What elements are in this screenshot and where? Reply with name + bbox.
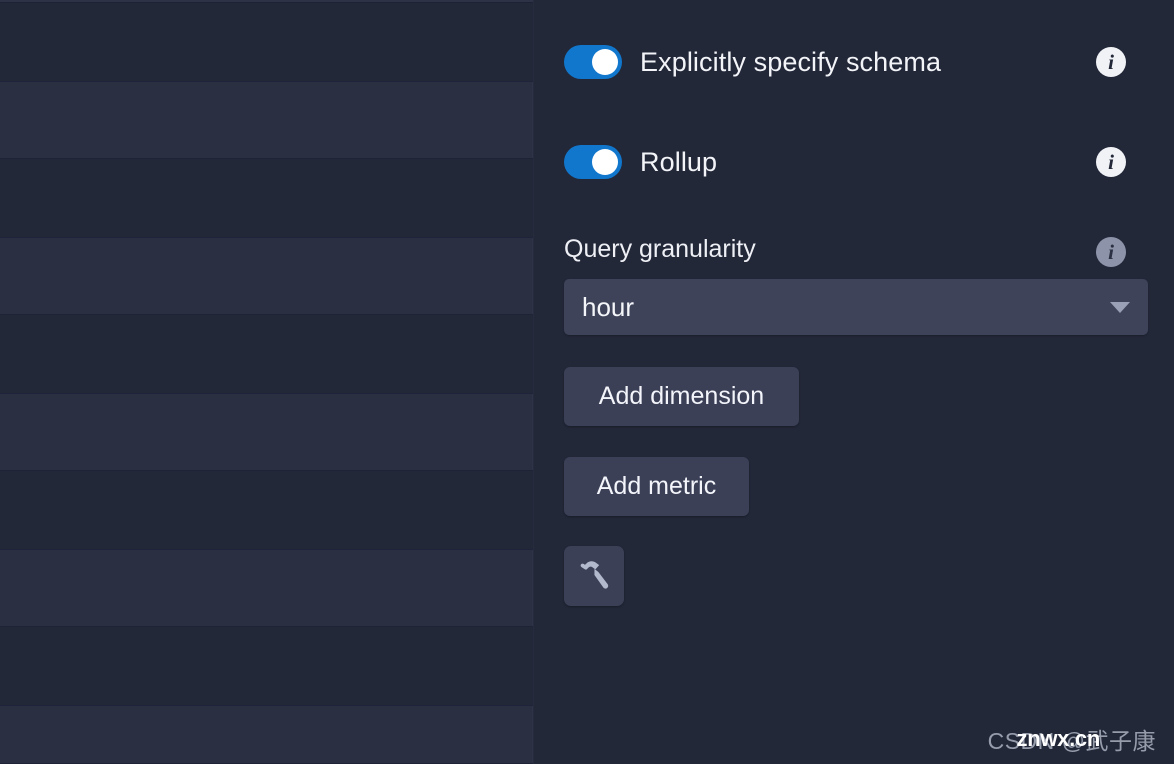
label-query-granularity: Query granularity	[564, 235, 756, 263]
info-icon-explicitly-specify-schema[interactable]: i	[1096, 47, 1126, 77]
table-row[interactable]	[0, 393, 533, 471]
hammer-icon	[576, 557, 612, 596]
table-row[interactable]	[0, 627, 533, 705]
table-row[interactable]	[0, 315, 533, 393]
toggle-knob	[592, 49, 618, 75]
table-row[interactable]	[0, 3, 533, 81]
toggle-label-explicitly-specify-schema: Explicitly specify schema	[640, 46, 942, 77]
table-row[interactable]	[0, 81, 533, 159]
add-dimension-button[interactable]: Add dimension	[564, 367, 799, 426]
watermark-site: znwx.cn	[1016, 726, 1101, 751]
app-root: Explicitly specify schema i Rollup i Que…	[0, 0, 1174, 764]
table-row[interactable]	[0, 471, 533, 549]
toggle-rollup[interactable]	[564, 145, 622, 179]
toggle-label-rollup: Rollup	[640, 146, 718, 177]
select-query-granularity[interactable]: hour	[564, 279, 1148, 335]
table-row[interactable]	[0, 237, 533, 315]
add-metric-button[interactable]: Add metric	[564, 457, 749, 516]
empty-table-rows-pane	[0, 0, 534, 764]
toggle-explicitly-specify-schema[interactable]	[564, 45, 622, 79]
chevron-down-icon	[1110, 301, 1130, 313]
tools-button[interactable]	[564, 546, 624, 606]
table-row[interactable]	[0, 159, 533, 237]
row-rollup: Rollup	[564, 145, 717, 179]
info-icon-query-granularity[interactable]: i	[1096, 237, 1126, 267]
row-explicitly-specify-schema: Explicitly specify schema	[564, 45, 941, 79]
schema-form-pane: Explicitly specify schema i Rollup i Que…	[534, 0, 1174, 764]
table-row[interactable]	[0, 549, 533, 627]
info-icon-rollup[interactable]: i	[1096, 147, 1126, 177]
table-row[interactable]	[0, 705, 533, 764]
toggle-knob	[592, 149, 618, 175]
select-value-query-granularity: hour	[582, 291, 635, 322]
